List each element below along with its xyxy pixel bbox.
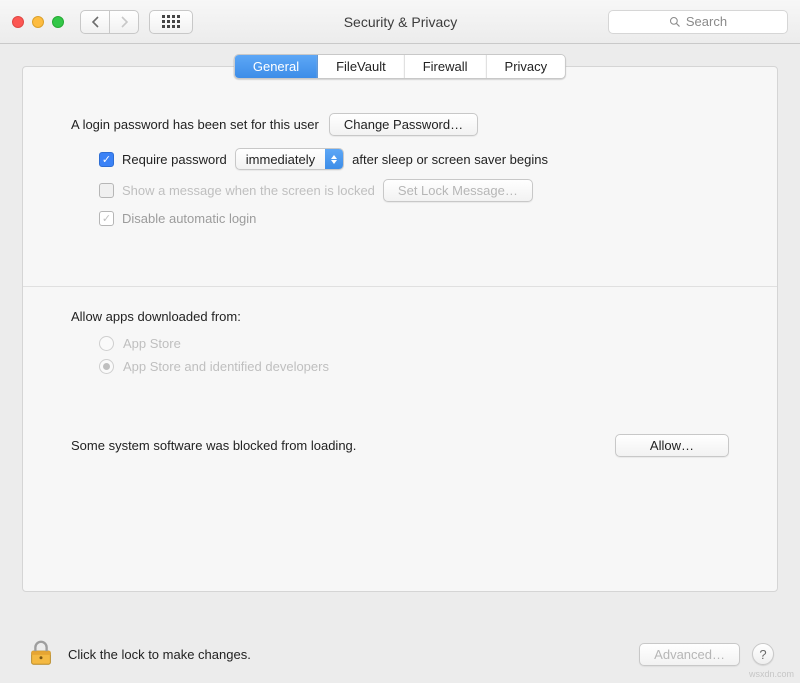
window-toolbar: Security & Privacy Search bbox=[0, 0, 800, 44]
tab-general[interactable]: General bbox=[235, 55, 318, 78]
tab-bar: General FileVault Firewall Privacy bbox=[234, 54, 566, 79]
forward-button[interactable] bbox=[109, 10, 139, 34]
general-pane: A login password has been set for this u… bbox=[23, 67, 777, 457]
chevron-left-icon bbox=[91, 16, 100, 28]
login-password-row: A login password has been set for this u… bbox=[71, 113, 729, 136]
require-password-label: Require password bbox=[122, 152, 227, 167]
fullscreen-icon[interactable] bbox=[52, 16, 64, 28]
show-lock-message-row: Show a message when the screen is locked… bbox=[99, 179, 729, 202]
allow-apps-identified-radio[interactable] bbox=[99, 359, 114, 374]
chevron-right-icon bbox=[120, 16, 129, 28]
search-input[interactable]: Search bbox=[608, 10, 788, 34]
show-all-button[interactable] bbox=[149, 10, 193, 34]
password-options: ✓ Require password immediately after sle… bbox=[71, 148, 729, 226]
lock-hint-text: Click the lock to make changes. bbox=[68, 647, 251, 662]
require-password-delay-select[interactable]: immediately bbox=[235, 148, 344, 170]
require-password-after-text: after sleep or screen saver begins bbox=[352, 152, 548, 167]
grid-icon bbox=[162, 15, 180, 28]
show-lock-message-checkbox[interactable] bbox=[99, 183, 114, 198]
require-password-checkbox[interactable]: ✓ bbox=[99, 152, 114, 167]
blocked-software-text: Some system software was blocked from lo… bbox=[71, 438, 356, 453]
watermark: wsxdn.com bbox=[749, 669, 794, 679]
set-lock-message-button[interactable]: Set Lock Message… bbox=[383, 179, 533, 202]
window-title: Security & Privacy bbox=[203, 14, 598, 30]
advanced-button[interactable]: Advanced… bbox=[639, 643, 740, 666]
close-icon[interactable] bbox=[12, 16, 24, 28]
back-button[interactable] bbox=[80, 10, 110, 34]
require-password-checkbox-row: ✓ Require password immediately after sle… bbox=[99, 148, 729, 170]
show-lock-message-label: Show a message when the screen is locked bbox=[122, 183, 375, 198]
search-icon bbox=[669, 16, 681, 28]
disable-auto-login-label: Disable automatic login bbox=[122, 211, 256, 226]
allow-apps-identified-row: App Store and identified developers bbox=[99, 359, 729, 374]
stepper-icon bbox=[325, 149, 343, 169]
allow-apps-appstore-label: App Store bbox=[123, 336, 181, 351]
require-password-delay-value: immediately bbox=[236, 152, 325, 167]
lock-icon[interactable] bbox=[26, 638, 56, 671]
traffic-light-group bbox=[12, 16, 64, 28]
allow-apps-radios: App Store App Store and identified devel… bbox=[71, 336, 729, 374]
help-button[interactable]: ? bbox=[752, 643, 774, 665]
search-placeholder: Search bbox=[686, 14, 727, 29]
tab-firewall[interactable]: Firewall bbox=[405, 55, 487, 78]
bottom-bar: Click the lock to make changes. Advanced… bbox=[0, 625, 800, 683]
login-password-text: A login password has been set for this u… bbox=[71, 117, 319, 132]
minimize-icon[interactable] bbox=[32, 16, 44, 28]
divider bbox=[23, 286, 777, 287]
disable-auto-login-row: ✓ Disable automatic login bbox=[99, 211, 729, 226]
allow-apps-heading: Allow apps downloaded from: bbox=[71, 309, 729, 324]
disable-auto-login-checkbox[interactable]: ✓ bbox=[99, 211, 114, 226]
blocked-software-row: Some system software was blocked from lo… bbox=[71, 434, 729, 457]
allow-apps-identified-label: App Store and identified developers bbox=[123, 359, 329, 374]
allow-apps-appstore-radio[interactable] bbox=[99, 336, 114, 351]
tab-privacy[interactable]: Privacy bbox=[487, 55, 566, 78]
pref-panel: General FileVault Firewall Privacy A log… bbox=[22, 66, 778, 592]
allow-button[interactable]: Allow… bbox=[615, 434, 729, 457]
tab-filevault[interactable]: FileVault bbox=[318, 55, 405, 78]
nav-group bbox=[80, 10, 139, 34]
change-password-button[interactable]: Change Password… bbox=[329, 113, 478, 136]
allow-apps-appstore-row: App Store bbox=[99, 336, 729, 351]
